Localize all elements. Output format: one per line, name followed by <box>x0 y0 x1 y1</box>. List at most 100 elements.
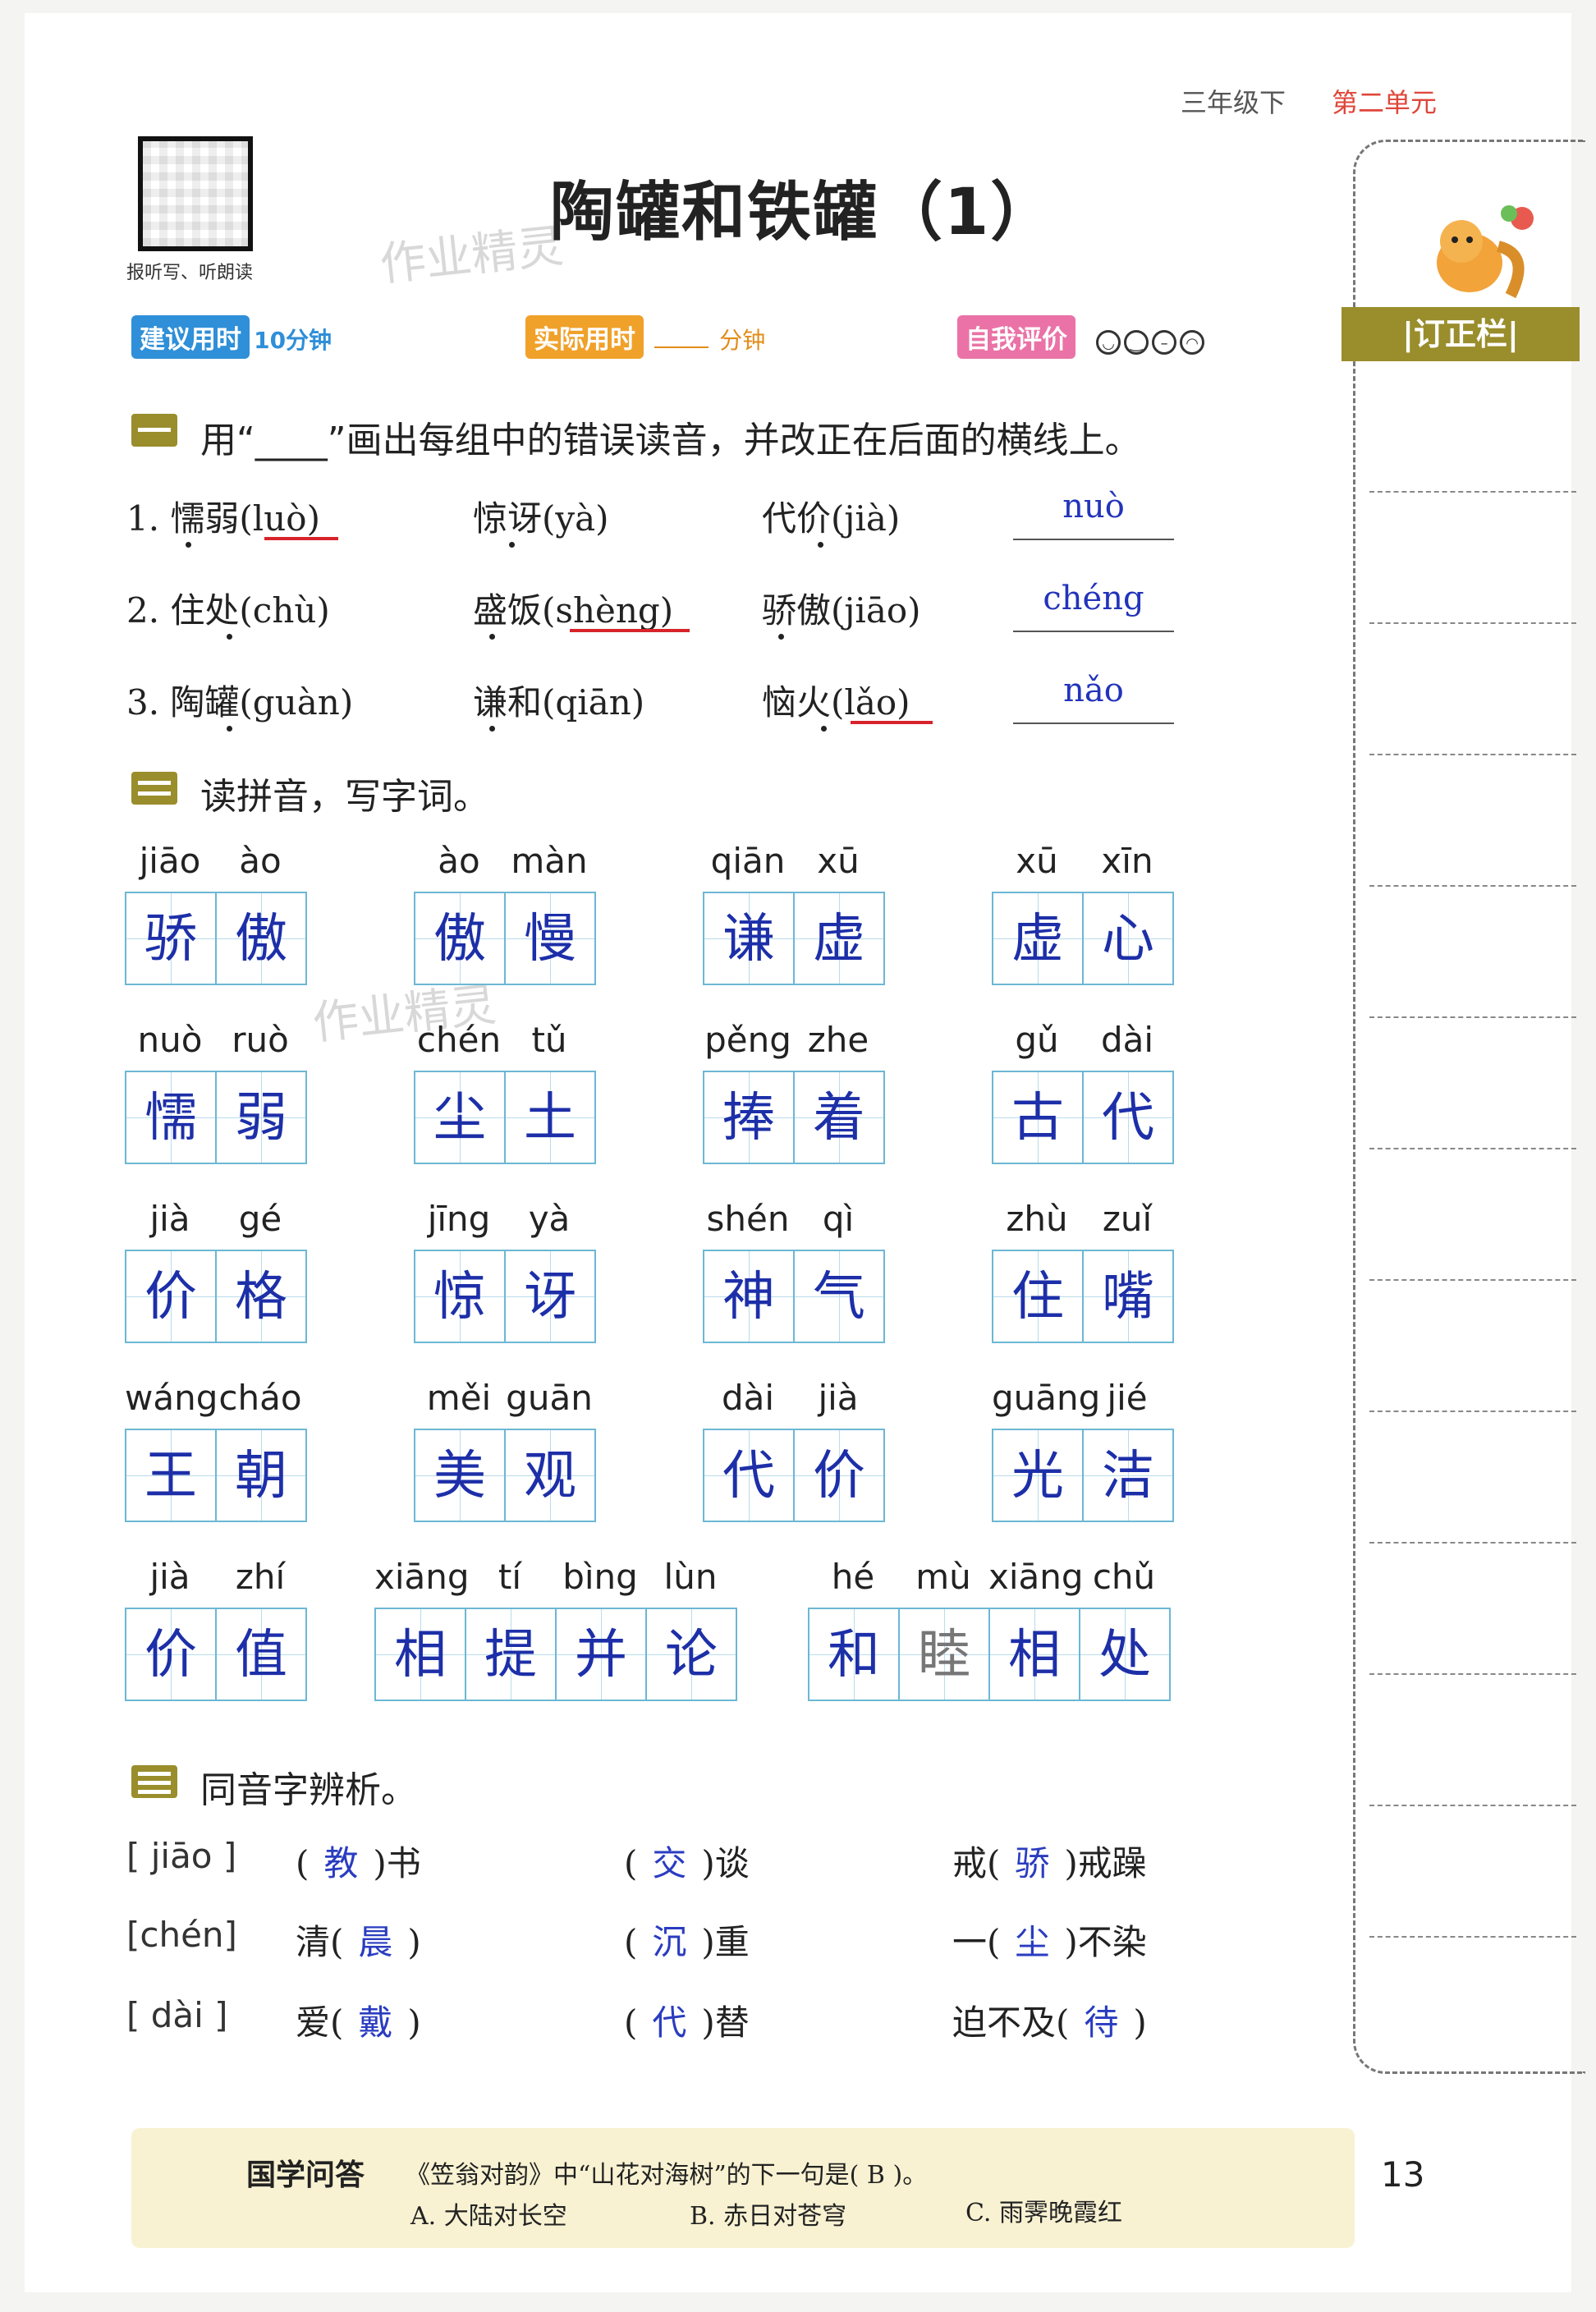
character-answer: 弱 <box>235 1088 287 1149</box>
character-cell[interactable]: 美 <box>414 1429 506 1522</box>
smile-face-icon[interactable]: ‿ <box>1124 330 1149 355</box>
character-answer: 古 <box>1011 1088 1064 1149</box>
qr-code[interactable] <box>138 136 253 251</box>
homophone-answer[interactable]: 交 <box>652 1843 686 1883</box>
character-cell[interactable]: 虚 <box>793 892 885 985</box>
suggest-label: 建议用时 <box>131 315 250 359</box>
homophone-answer[interactable]: 沉 <box>652 1922 686 1962</box>
character-cell[interactable]: 捧 <box>703 1071 795 1164</box>
actual-blank[interactable] <box>654 346 709 348</box>
character-cell[interactable]: 和 <box>808 1608 900 1701</box>
character-answer: 朝 <box>235 1446 287 1507</box>
section-three-icon <box>131 1765 177 1798</box>
character-cell[interactable]: 着 <box>793 1071 885 1164</box>
homophone-answer[interactable]: 待 <box>1084 2002 1118 2043</box>
character-answer: 骄 <box>144 909 197 970</box>
section-one-icon <box>131 414 177 447</box>
character-cell[interactable]: 虚 <box>992 892 1084 985</box>
character-cell[interactable]: 傲 <box>414 892 506 985</box>
character-cell[interactable]: 讶 <box>504 1250 596 1343</box>
pinyin-syllable: chǔ <box>1092 1557 1156 1597</box>
character-cell[interactable]: 观 <box>504 1429 596 1522</box>
pinyin-label: [ dài ] <box>126 1995 228 2035</box>
happy-face-icon[interactable]: ◡ <box>1096 330 1121 355</box>
correction-line[interactable] <box>1369 1673 1576 1675</box>
character-cell[interactable]: 值 <box>215 1608 307 1701</box>
unit-label: 第二单元 <box>1332 87 1438 118</box>
character-cell[interactable]: 气 <box>793 1250 885 1343</box>
character-cell[interactable]: 神 <box>703 1250 795 1343</box>
character-cell[interactable]: 价 <box>125 1608 217 1701</box>
character-cell[interactable]: 土 <box>504 1071 596 1164</box>
homophone-answer[interactable]: 戴 <box>358 2002 392 2043</box>
homophone-answer[interactable]: 尘 <box>1015 1922 1049 1962</box>
s1-answer[interactable]: nǎo <box>1013 672 1174 709</box>
character-cell[interactable]: 尘 <box>414 1071 506 1164</box>
character-cell[interactable]: 价 <box>793 1429 885 1522</box>
character-cell[interactable]: 价 <box>125 1250 217 1343</box>
character-cell[interactable]: 格 <box>215 1250 307 1343</box>
character-cell[interactable]: 弱 <box>215 1071 307 1164</box>
character-cell[interactable]: 骄 <box>125 892 217 985</box>
pinyin-row: chén tǔ <box>414 1020 596 1071</box>
correction-line[interactable] <box>1369 1542 1576 1544</box>
correction-line[interactable] <box>1369 1279 1576 1281</box>
homophone-item: (沉)重 <box>624 1915 750 1965</box>
character-cell[interactable]: 心 <box>1082 892 1174 985</box>
correction-line[interactable] <box>1369 1016 1576 1018</box>
character-cell[interactable]: 论 <box>645 1608 737 1701</box>
character-cell[interactable]: 处 <box>1079 1608 1171 1701</box>
homophone-item: 爱(戴) <box>296 1995 421 2045</box>
character-grid: 虚心 <box>992 892 1174 985</box>
homophone-answer[interactable]: 代 <box>652 2002 686 2043</box>
character-cell[interactable]: 并 <box>555 1608 647 1701</box>
homophone-answer[interactable]: 教 <box>323 1843 358 1883</box>
correction-line[interactable] <box>1369 754 1576 755</box>
character-cell[interactable]: 朝 <box>215 1429 307 1522</box>
character-cell[interactable]: 慢 <box>504 892 596 985</box>
item-prefix: ( <box>296 1843 310 1883</box>
correction-line[interactable] <box>1369 885 1576 887</box>
character-cell[interactable]: 惊 <box>414 1250 506 1343</box>
character-answer: 代 <box>1102 1088 1154 1149</box>
s1-answer[interactable]: chéng <box>1013 580 1174 617</box>
correction-line[interactable] <box>1369 1805 1576 1806</box>
character-cell[interactable]: 谦 <box>703 892 795 985</box>
character-cell[interactable]: 代 <box>703 1429 795 1522</box>
correction-line[interactable] <box>1369 1411 1576 1412</box>
homophone-answer[interactable]: 晨 <box>358 1922 392 1962</box>
character-grid: 尘土 <box>414 1071 596 1164</box>
character-cell[interactable]: 王 <box>125 1429 217 1522</box>
character-grid: 价格 <box>125 1250 307 1343</box>
character-cell[interactable]: 代 <box>1082 1071 1174 1164</box>
knowledge-title: 国学问答 <box>246 2158 365 2192</box>
correction-line[interactable] <box>1369 491 1576 493</box>
pinyin-syllable: ruò <box>232 1020 289 1060</box>
character-cell[interactable]: 傲 <box>215 892 307 985</box>
character-cell[interactable]: 相 <box>988 1608 1080 1701</box>
s1-answer[interactable]: nuò <box>1013 488 1174 525</box>
item-suffix: )不染 <box>1064 1922 1147 1962</box>
correction-line[interactable] <box>1369 1936 1576 1938</box>
character-cell[interactable]: 光 <box>992 1429 1084 1522</box>
character-cell[interactable]: 相 <box>374 1608 466 1701</box>
character-cell[interactable]: 睦 <box>898 1608 990 1701</box>
emphasis-dot <box>489 726 495 732</box>
correction-line[interactable] <box>1369 622 1576 624</box>
character-cell[interactable]: 洁 <box>1082 1429 1174 1522</box>
homophone-item: 一(尘)不染 <box>952 1915 1147 1965</box>
character-cell[interactable]: 嘴 <box>1082 1250 1174 1343</box>
character-answer: 价 <box>813 1446 865 1507</box>
homophone-answer[interactable]: 骄 <box>1015 1843 1049 1883</box>
rating-faces: ◡ ‿ – ◠ <box>1096 330 1208 355</box>
character-cell[interactable]: 住 <box>992 1250 1084 1343</box>
error-underline <box>570 629 690 632</box>
character-cell[interactable]: 提 <box>465 1608 557 1701</box>
character-cell[interactable]: 懦 <box>125 1071 217 1164</box>
sad-face-icon[interactable]: ◠ <box>1180 330 1205 355</box>
pinyin-row: dài jià <box>703 1378 885 1429</box>
word-group: xū xīn 虚心 <box>992 841 1174 985</box>
correction-line[interactable] <box>1369 1148 1576 1149</box>
character-cell[interactable]: 古 <box>992 1071 1084 1164</box>
neutral-face-icon[interactable]: – <box>1152 330 1177 355</box>
